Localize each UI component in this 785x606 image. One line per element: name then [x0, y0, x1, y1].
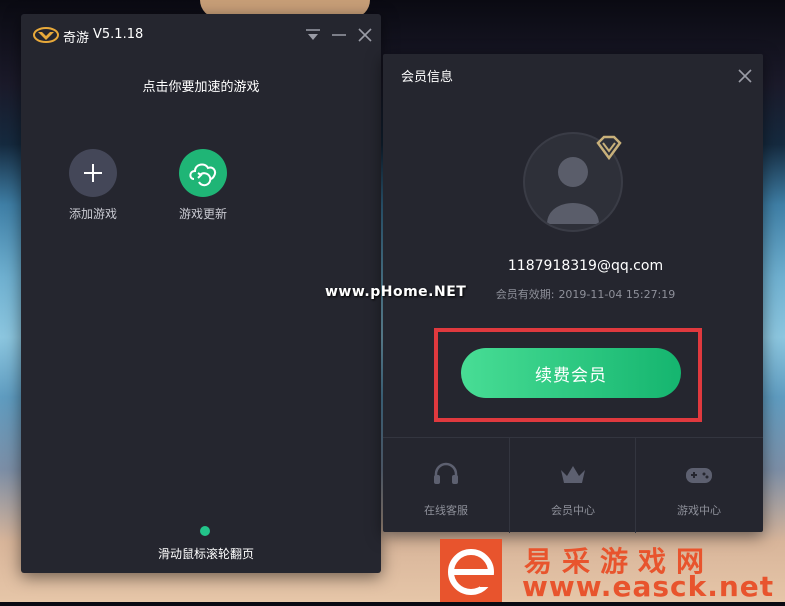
expiry-label: 会员有效期: [495, 288, 555, 301]
close-icon[interactable] [737, 68, 753, 84]
game-center-item[interactable]: 游戏中心 [635, 438, 762, 533]
close-icon[interactable] [356, 26, 374, 44]
app-name: 奇游 [63, 31, 90, 46]
headset-icon [434, 462, 458, 484]
easck-watermark-url: www.easck.net [522, 570, 775, 603]
gamepad-icon [686, 468, 712, 483]
app-version: V5.1.18 [93, 27, 144, 42]
minimize-icon[interactable] [330, 26, 348, 44]
expiry-value: 2019-11-04 15:27:19 [558, 288, 676, 301]
plus-icon[interactable] [69, 149, 117, 197]
diamond-vip-icon [596, 135, 622, 161]
page-indicator-dot[interactable] [200, 526, 210, 536]
renew-membership-button[interactable]: 续费会员 [461, 348, 681, 398]
cloud-refresh-icon[interactable] [179, 149, 227, 197]
easck-logo [440, 539, 502, 602]
dropdown-menu-icon[interactable] [304, 26, 322, 44]
member-center-item[interactable]: 会员中心 [509, 438, 636, 533]
online-support-item[interactable]: 在线客服 [383, 438, 509, 533]
add-game-tile[interactable]: 添加游戏 [53, 149, 133, 222]
member-center-label: 会员中心 [551, 504, 595, 517]
add-game-label: 添加游戏 [68, 207, 117, 221]
game-prompt: 点击你要加速的游戏 [142, 80, 260, 95]
online-support-label: 在线客服 [424, 504, 468, 517]
member-bottom-bar: 在线客服 会员中心 游戏中心 [383, 437, 763, 533]
user-email: 1187918319@qq.com [507, 258, 664, 274]
game-center-label: 游戏中心 [677, 504, 721, 517]
game-update-label: 游戏更新 [178, 207, 227, 221]
crown-icon [561, 466, 585, 483]
member-info-title: 会员信息 [401, 70, 454, 85]
scroll-hint: 滑动鼠标滚轮翻页 [157, 547, 254, 561]
qiyou-logo-icon [33, 27, 59, 43]
game-update-tile[interactable]: 游戏更新 [163, 149, 243, 222]
phome-watermark: www.pHome.NET [325, 284, 467, 300]
title-bar: 奇游 V5.1.18 [21, 14, 381, 56]
